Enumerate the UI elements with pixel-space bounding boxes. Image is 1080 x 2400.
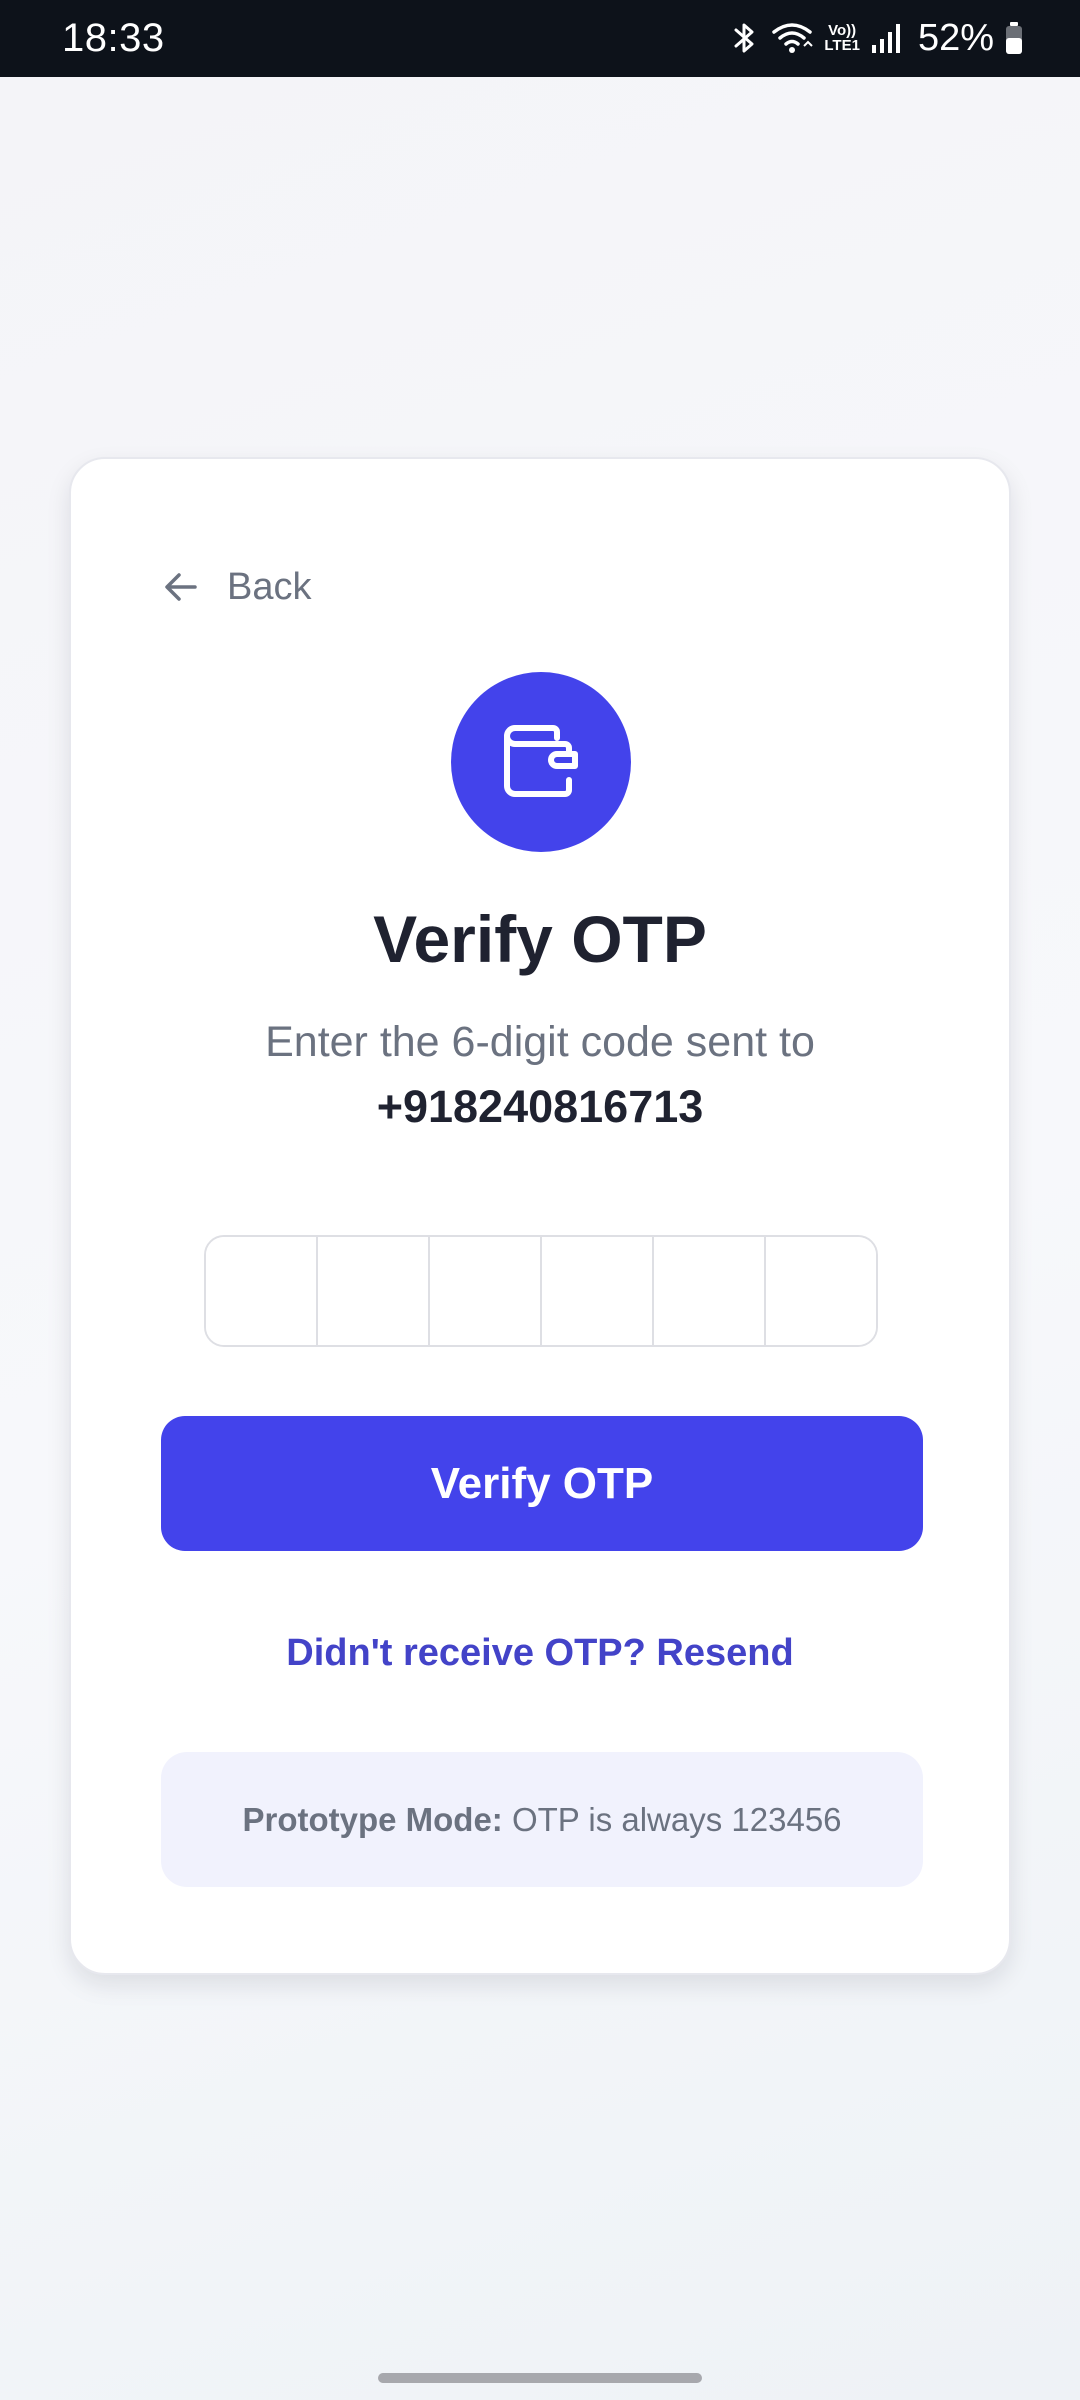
prototype-mode-text: OTP is always 123456: [502, 1801, 842, 1838]
home-indicator[interactable]: [378, 2373, 702, 2383]
arrow-left-icon: [165, 573, 197, 601]
wifi-icon: [770, 20, 814, 56]
back-label: Back: [227, 565, 312, 608]
otp-digit-4[interactable]: [542, 1237, 654, 1345]
battery-percent: 52%: [917, 17, 994, 59]
bluetooth-icon: [730, 20, 760, 56]
status-icons: Vo)) LTE1 52%: [730, 14, 1024, 62]
prototype-mode-note: Prototype Mode: OTP is always 123456: [161, 1752, 923, 1887]
otp-digit-3[interactable]: [430, 1237, 542, 1345]
otp-digit-2[interactable]: [318, 1237, 430, 1345]
page-title: Verify OTP: [373, 902, 707, 976]
otp-card: Back Verify OTP Enter the 6-digit code s…: [69, 457, 1011, 1975]
phone-number: +918240816713: [376, 1081, 704, 1132]
wallet-icon: [504, 725, 578, 797]
lte-label: LTE1: [824, 37, 860, 54]
prototype-mode-label: Prototype Mode:: [242, 1801, 503, 1838]
volte-indicator: Vo)) LTE1: [824, 23, 860, 53]
otp-input-group: [204, 1235, 878, 1347]
status-time: 18:33: [62, 16, 165, 60]
wallet-badge: [451, 672, 631, 852]
battery-icon: [1004, 20, 1024, 56]
status-bar: 18:33 Vo)) LTE1 52%: [0, 0, 1080, 77]
subtitle: Enter the 6-digit code sent to: [265, 1018, 815, 1066]
otp-digit-6[interactable]: [766, 1237, 876, 1345]
otp-digit-1[interactable]: [206, 1237, 318, 1345]
resend-otp-link[interactable]: Didn't receive OTP? Resend: [71, 1629, 1009, 1677]
signal-icon: [870, 21, 902, 55]
verify-otp-button[interactable]: Verify OTP: [161, 1416, 923, 1551]
back-button[interactable]: Back: [163, 557, 311, 617]
otp-digit-5[interactable]: [654, 1237, 766, 1345]
volte-label: Vo)): [828, 22, 857, 39]
